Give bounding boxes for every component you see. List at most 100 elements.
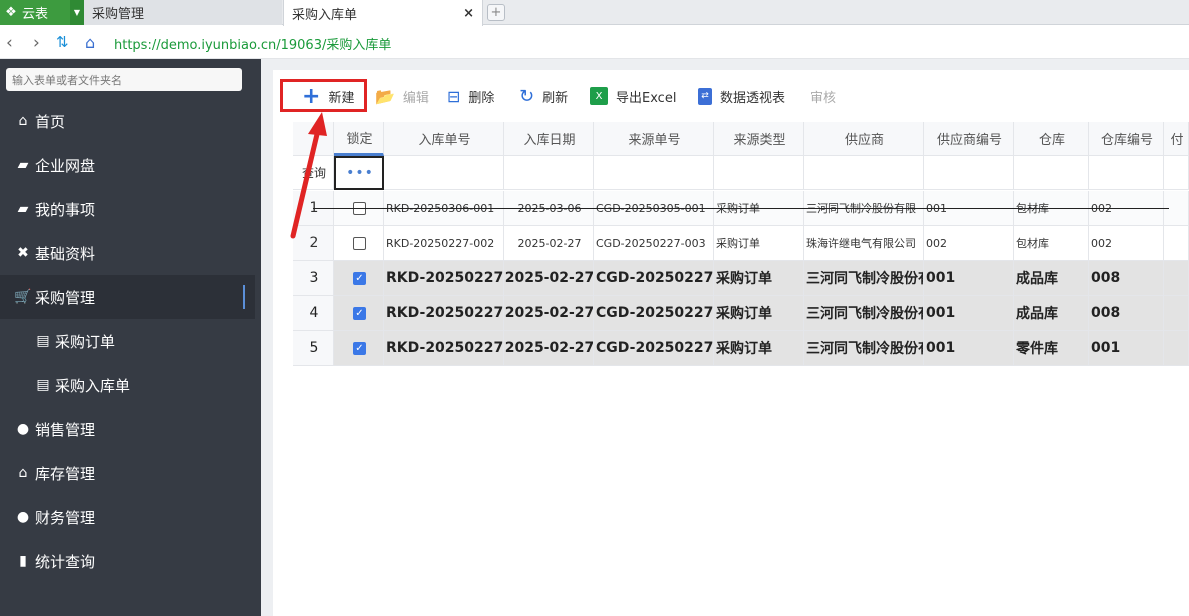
url-text[interactable]: https://demo.iyunbiao.cn/19063/采购入库单 bbox=[114, 34, 391, 53]
cell-supplier: 珠海许继电气有限公司 bbox=[804, 226, 924, 261]
sidebar-item-9[interactable]: ⌂ 库存管理 bbox=[0, 451, 255, 495]
cell-supplier-no: 002 bbox=[924, 226, 1014, 261]
refresh-button[interactable]: ↻ 刷新 bbox=[519, 85, 568, 107]
active-indicator bbox=[243, 285, 245, 309]
sidebar-item-label: 采购管理 bbox=[35, 288, 96, 307]
sidebar-item-label: 采购入库单 bbox=[55, 376, 131, 395]
cell-order: RKD-20250227-0 bbox=[384, 331, 504, 366]
query-filter-cell[interactable] bbox=[924, 156, 1014, 190]
query-filter-cell[interactable] bbox=[594, 156, 714, 190]
sidebar-item-10[interactable]: ● 财务管理 bbox=[0, 495, 255, 539]
delete-button-label: 删除 bbox=[468, 90, 495, 106]
tab-purchase-management[interactable]: 采购管理 bbox=[84, 0, 282, 25]
cell-supplier: 三河同飞制冷股份有 bbox=[804, 296, 924, 331]
checkbox[interactable] bbox=[353, 236, 366, 250]
cell-order: RKD-20250227-0 bbox=[384, 296, 504, 331]
sidebar-item-1[interactable]: ⌂ 首页 bbox=[0, 99, 255, 143]
user-icon: ● bbox=[16, 421, 30, 437]
row-number: 5 bbox=[293, 331, 334, 366]
query-filter-cell[interactable] bbox=[804, 156, 924, 190]
table-row[interactable]: 2 RKD-20250227-002 2025-02-27 CGD-20250227-… bbox=[293, 226, 1189, 261]
cell-source: CGD-20250227-0 bbox=[594, 296, 714, 331]
query-filter-cell[interactable] bbox=[384, 156, 504, 190]
cell-supplier: 三河同飞制冷股份有 bbox=[804, 261, 924, 296]
cell-order: RKD-20250227-0 bbox=[384, 261, 504, 296]
column-header[interactable]: 仓库编号 bbox=[1089, 122, 1164, 156]
document-icon: ▤ bbox=[36, 377, 50, 393]
plus-icon: + bbox=[302, 83, 321, 109]
sidebar-item-4[interactable]: ✖ 基础资料 bbox=[0, 231, 255, 275]
checkbox-checked[interactable]: ✓ bbox=[353, 271, 366, 285]
table-row[interactable]: 3 ✓ RKD-20250227-02025-02-27CGD-20250227-0… bbox=[293, 261, 1189, 296]
brand-menu[interactable]: ❖ 云表 ▼ bbox=[0, 0, 84, 25]
toolbar: + 新建 📂 编辑 ⊟ 删除 ↻ 刷新 X 导出Excel ⇄ 数据透视表 审核 bbox=[273, 70, 1189, 120]
cell-extra bbox=[1164, 261, 1189, 296]
search-input[interactable]: 输入表单或者文件夹名 bbox=[6, 68, 242, 91]
table-row[interactable]: 5 ✓ RKD-20250227-02025-02-27CGD-20250227-0… bbox=[293, 331, 1189, 366]
sidebar-item-6[interactable]: ▤ 采购订单 bbox=[0, 319, 255, 363]
column-header[interactable]: 仓库 bbox=[1014, 122, 1089, 156]
document-icon: ▤ bbox=[36, 333, 50, 349]
address-bar: ‹ › ⇅ ⌂ https://demo.iyunbiao.cn/19063/采… bbox=[0, 26, 1189, 59]
column-header[interactable]: 来源单号 bbox=[594, 122, 714, 156]
pivot-table-button[interactable]: ⇄ 数据透视表 bbox=[698, 86, 785, 106]
tab-purchase-inbound[interactable]: 采购入库单 × bbox=[283, 0, 483, 26]
query-filter-cell[interactable] bbox=[1089, 156, 1164, 190]
column-header[interactable]: 付 bbox=[1164, 122, 1189, 156]
cart-icon: 🛒 bbox=[14, 289, 32, 305]
cell-type: 采购订单 bbox=[714, 261, 804, 296]
cell-warehouse-no: 008 bbox=[1089, 296, 1164, 331]
home-icon[interactable]: ⌂ bbox=[85, 33, 95, 52]
query-filter-button[interactable]: ••• bbox=[334, 156, 384, 190]
close-icon[interactable]: × bbox=[463, 6, 474, 21]
excel-icon: X bbox=[590, 87, 608, 105]
column-header[interactable]: 入库单号 bbox=[384, 122, 504, 156]
checkbox-checked[interactable]: ✓ bbox=[353, 306, 366, 320]
forward-icon[interactable]: › bbox=[33, 33, 40, 53]
query-filter-cell[interactable] bbox=[1164, 156, 1189, 190]
column-header[interactable]: 入库日期 bbox=[504, 122, 594, 156]
query-filter-cell[interactable] bbox=[1014, 156, 1089, 190]
cell-supplier-no: 001 bbox=[924, 261, 1014, 296]
home-icon: ⌂ bbox=[18, 465, 28, 481]
new-button[interactable]: + 新建 bbox=[302, 83, 354, 109]
folder-open-icon: 📂 bbox=[375, 86, 395, 106]
sidebar-item-7[interactable]: ▤ 采购入库单 bbox=[0, 363, 255, 407]
reload-icon[interactable]: ⇅ bbox=[56, 33, 69, 51]
query-filter-cell[interactable] bbox=[714, 156, 804, 190]
cell-source: CGD-20250227-0 bbox=[594, 261, 714, 296]
checkbox-checked[interactable]: ✓ bbox=[353, 341, 366, 355]
delete-button[interactable]: ⊟ 删除 bbox=[447, 86, 494, 106]
query-filter-cell[interactable] bbox=[504, 156, 594, 190]
sidebar-item-5[interactable]: 🛒 采购管理 bbox=[0, 275, 255, 319]
refresh-icon: ↻ bbox=[519, 85, 535, 107]
audit-button[interactable]: 审核 bbox=[810, 86, 836, 106]
column-header[interactable]: 供应商编号 bbox=[924, 122, 1014, 156]
cell-date: 2025-02-27 bbox=[504, 261, 594, 296]
chevron-down-icon[interactable]: ▼ bbox=[70, 0, 84, 25]
row-number: 4 bbox=[293, 296, 334, 331]
table-row[interactable]: 4 ✓ RKD-20250227-02025-02-27CGD-20250227-0… bbox=[293, 296, 1189, 331]
cell-type: 采购订单 bbox=[714, 226, 804, 261]
tab-label: 采购入库单 bbox=[292, 7, 358, 23]
edit-button[interactable]: 📂 编辑 bbox=[375, 86, 429, 106]
sidebar-item-3[interactable]: ▰ 我的事项 bbox=[0, 187, 255, 231]
sidebar-item-label: 企业网盘 bbox=[35, 156, 96, 175]
new-tab-icon[interactable]: + bbox=[487, 4, 505, 21]
export-excel-button[interactable]: X 导出Excel bbox=[590, 86, 676, 106]
column-header[interactable]: 来源类型 bbox=[714, 122, 804, 156]
money-bag-icon: ● bbox=[16, 509, 30, 525]
cell-warehouse-no: 008 bbox=[1089, 261, 1164, 296]
sidebar-item-8[interactable]: ● 销售管理 bbox=[0, 407, 255, 451]
column-header[interactable]: 锁定 bbox=[334, 122, 384, 156]
search-placeholder: 输入表单或者文件夹名 bbox=[12, 73, 122, 87]
lock-cell: ✓ bbox=[334, 331, 384, 366]
column-header[interactable]: 供应商 bbox=[804, 122, 924, 156]
query-row-divider bbox=[313, 208, 1169, 209]
brand-name: 云表 bbox=[22, 7, 49, 22]
cell-warehouse-no: 001 bbox=[1089, 331, 1164, 366]
back-icon[interactable]: ‹ bbox=[6, 33, 13, 53]
sidebar-item-11[interactable]: ▮ 统计查询 bbox=[0, 539, 255, 583]
tab-strip: ❖ 云表 ▼ 采购管理 采购入库单 × + bbox=[0, 0, 1189, 26]
sidebar-item-2[interactable]: ▰ 企业网盘 bbox=[0, 143, 255, 187]
